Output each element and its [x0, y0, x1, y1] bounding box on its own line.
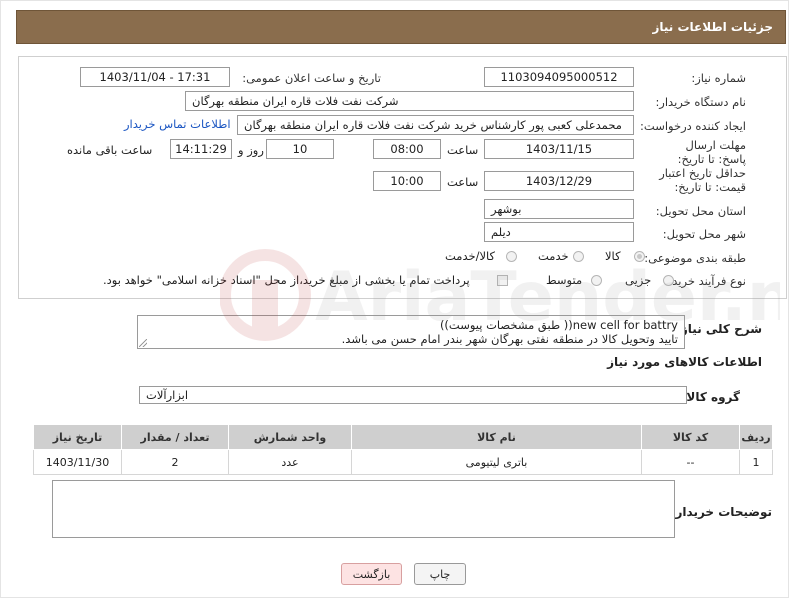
category-label: طبقه بندی موضوعی: [644, 251, 746, 265]
cell-quantity: 2 [121, 449, 229, 475]
cell-unit: عدد [228, 449, 352, 475]
col-header-date: تاریخ نیاز [33, 424, 122, 450]
col-header-row: ردیف [739, 424, 773, 450]
description-label: شرح کلی نیاز: [676, 322, 762, 336]
buyer-contact-link[interactable]: اطلاعات تماس خریدار [124, 117, 231, 131]
deadline-time-field[interactable]: 08:00 [373, 139, 441, 159]
process-type-label: نوع فرآیند خرید : [664, 274, 746, 288]
category-goods-label: کالا [605, 249, 621, 263]
city-field[interactable]: دیلم [484, 222, 634, 242]
announce-date-field[interactable]: 1403/11/04 - 17:31 [80, 67, 230, 87]
description-line-2: تایید وتحویل کالا در منطقه نفتی بهرگان ش… [341, 332, 678, 346]
validity-hour-label: ساعت [447, 175, 479, 189]
treasury-payment-checkbox[interactable] [497, 275, 508, 286]
cell-row-number: 1 [739, 449, 773, 475]
category-goods-service-radio[interactable] [506, 251, 517, 262]
city-label: شهر محل تحویل: [662, 227, 746, 241]
page-header: جزئیات اطلاعات نیاز [16, 10, 786, 44]
goods-section-title: اطلاعات کالاهای مورد نیاز [607, 355, 762, 369]
creator-field[interactable]: محمدعلی کعبی پور کارشناس خرید شرکت نفت ف… [237, 115, 634, 135]
table-row[interactable]: 1 -- باتری لیتیومی عدد 2 1403/11/30 [33, 449, 773, 475]
category-goods-radio[interactable] [634, 251, 645, 262]
remaining-time-field[interactable]: 14:11:29 [170, 139, 232, 159]
table-header-row: ردیف کد کالا نام کالا واحد شمارش تعداد /… [33, 424, 773, 450]
process-partial-radio[interactable] [663, 275, 674, 286]
col-header-code: کد کالا [641, 424, 740, 450]
col-header-name: نام کالا [351, 424, 642, 450]
buyer-notes-label: توضیحات خریدار: [670, 505, 772, 519]
creator-label: ایجاد کننده درخواست: [640, 119, 746, 133]
validity-label: حداقل تاریخ اعتبار قیمت: تا تاریخ: [659, 166, 746, 194]
buyer-name-field[interactable]: شرکت نفت فلات قاره ایران منطقه بهرگان [185, 91, 634, 111]
remaining-label: ساعت باقی مانده [67, 143, 153, 157]
col-header-quantity: تعداد / مقدار [121, 424, 229, 450]
category-service-label: خدمت [538, 249, 569, 263]
cell-name: باتری لیتیومی [351, 449, 642, 475]
process-partial-label: جزیی [625, 273, 652, 287]
validity-time-field[interactable]: 10:00 [373, 171, 441, 191]
description-line-1: new cell for battry(( طبق مشخصات پیوست)) [439, 318, 678, 332]
need-number-field[interactable]: 1103094095000512 [484, 67, 634, 87]
treasury-payment-note: پرداخت تمام یا بخشی از مبلغ خرید،از محل … [103, 273, 470, 287]
days-label: روز و [238, 143, 264, 157]
cell-code: -- [641, 449, 740, 475]
cell-date: 1403/11/30 [33, 449, 122, 475]
buyer-name-label: نام دستگاه خریدار: [655, 95, 746, 109]
province-label: استان محل تحویل: [655, 204, 746, 218]
back-button[interactable]: بازگشت [341, 563, 402, 585]
days-field[interactable]: 10 [266, 139, 334, 159]
category-service-radio[interactable] [573, 251, 584, 262]
validity-date-field[interactable]: 1403/12/29 [484, 171, 634, 191]
deadline-label: مهلت ارسال پاسخ: تا تاریخ: [677, 138, 746, 166]
deadline-date-field[interactable]: 1403/11/15 [484, 139, 634, 159]
process-medium-label: متوسط [546, 273, 583, 287]
print-button[interactable]: چاپ [414, 563, 466, 585]
goods-group-label: گروه کالا: [681, 390, 740, 404]
category-goods-service-label: کالا/خدمت [445, 249, 496, 263]
deadline-hour-label: ساعت [447, 143, 479, 157]
col-header-unit: واحد شمارش [228, 424, 352, 450]
goods-group-field[interactable]: ابزارآلات [139, 386, 687, 404]
buyer-notes-textarea[interactable] [52, 480, 675, 538]
province-field[interactable]: بوشهر [484, 199, 634, 219]
announce-date-label: تاریخ و ساعت اعلان عمومی: [242, 71, 381, 85]
goods-table: ردیف کد کالا نام کالا واحد شمارش تعداد /… [33, 424, 773, 475]
process-medium-radio[interactable] [591, 275, 602, 286]
page-title: جزئیات اطلاعات نیاز [652, 20, 773, 34]
need-number-label: شماره نیاز: [691, 71, 746, 85]
resize-grip-icon[interactable] [139, 339, 147, 347]
description-textarea[interactable]: new cell for battry(( طبق مشخصات پیوست))… [137, 315, 685, 349]
